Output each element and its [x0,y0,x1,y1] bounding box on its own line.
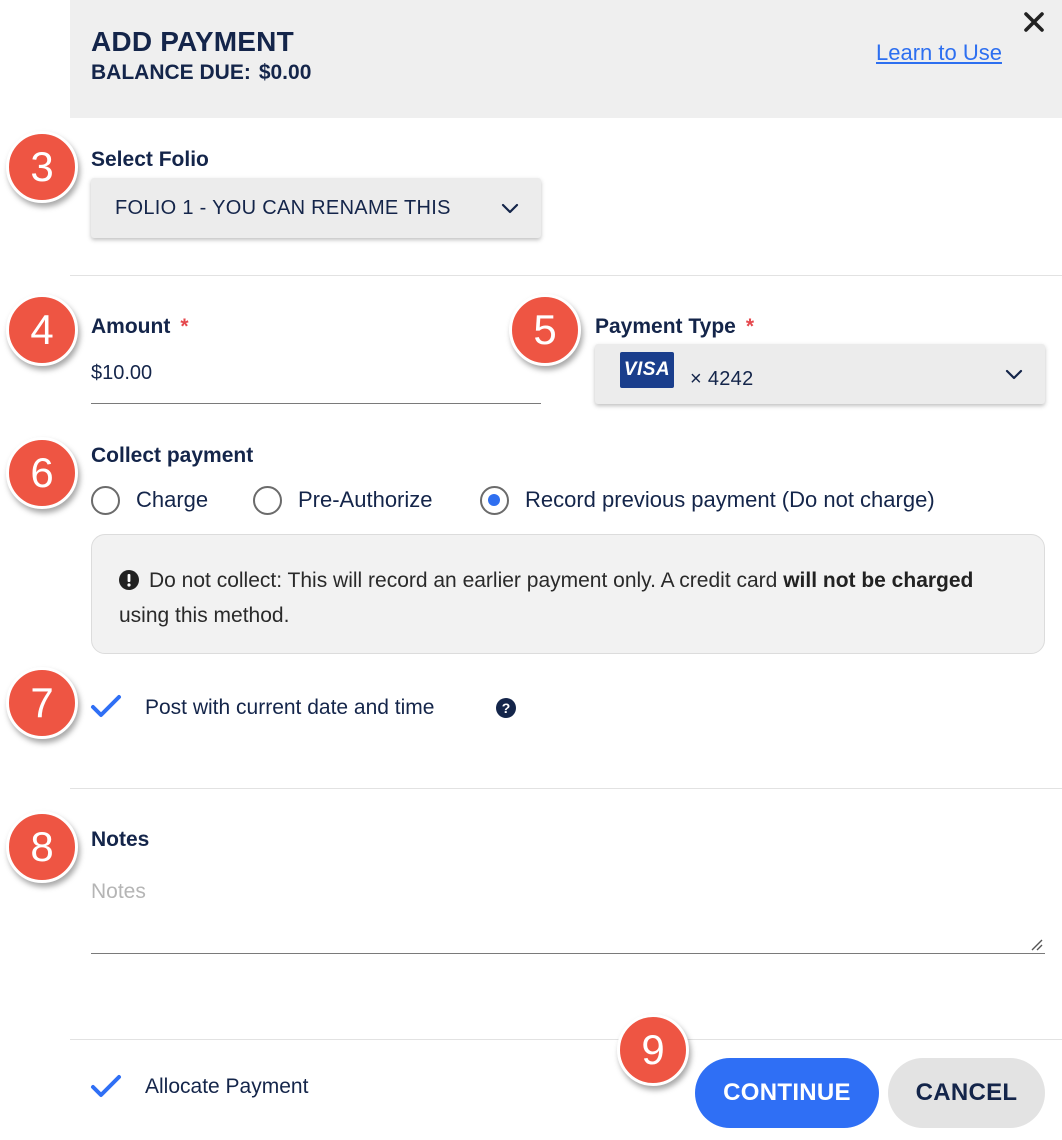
continue-button[interactable]: CONTINUE [695,1058,879,1128]
radio-record-previous[interactable]: Record previous payment (Do not charge) [480,484,935,516]
radio-pre-authorize[interactable]: Pre-Authorize [253,484,433,516]
help-question-icon[interactable]: ? [496,698,516,718]
callout-badge: 8 [6,811,78,883]
amount-value: $10.00 [91,362,153,384]
radio-button-selected[interactable] [480,485,509,515]
card-last4: × 4242 [690,368,754,390]
learn-to-use-link[interactable]: Learn to Use [876,40,1002,66]
post-date-label: Post with current date and time [145,696,435,719]
radio-charge[interactable]: Charge [91,484,208,516]
panel-header: ADD PAYMENT BALANCE DUE: $0.00 Learn to U… [70,0,1062,118]
amount-label-text: Amount [91,315,171,338]
amount-label: Amount * [91,315,189,339]
allocate-payment-label: Allocate Payment [145,1075,309,1098]
required-mark: * [745,315,755,338]
callout-badge: 3 [6,131,78,203]
required-mark: * [180,315,189,338]
radio-button[interactable] [253,485,282,515]
notes-placeholder: Notes [91,880,146,903]
section-divider [70,275,1062,276]
cancel-button[interactable]: CANCEL [888,1058,1045,1128]
amount-input[interactable]: $10.00 [91,358,541,404]
radio-label: Charge [136,487,209,512]
info-box: Do not collect: This will record an earl… [91,534,1045,654]
callout-badge: 9 [617,1014,689,1086]
svg-text:?: ? [502,700,511,716]
close-icon[interactable] [1018,6,1050,38]
panel-title: ADD PAYMENT [91,26,294,57]
balance-due: BALANCE DUE: $0.00 [91,61,311,85]
callout-badge: 4 [6,294,78,366]
callout-badge: 5 [509,294,581,366]
collect-payment-label: Collect payment [91,444,254,467]
chevron-down-icon [1005,368,1023,380]
folio-select[interactable]: FOLIO 1 - YOU CAN RENAME THIS [91,178,541,238]
info-suffix: using this method. [119,604,290,627]
callout-badge: 7 [6,667,78,739]
allocate-payment-checkbox[interactable] [90,1074,122,1100]
folio-label: Select Folio [91,148,209,171]
chevron-down-icon [501,202,519,214]
radio-label: Pre-Authorize [298,487,433,512]
footer-divider [70,1039,1062,1040]
visa-card-icon: VISA [620,352,674,388]
balance-value: $0.00 [258,61,312,84]
notes-label: Notes [91,828,150,851]
info-bold: will not be charged [783,569,974,592]
radio-label: Record previous payment (Do not charge) [525,487,935,512]
exclamation-circle-icon [119,568,139,600]
payment-type-label-text: Payment Type [595,315,736,338]
notes-textarea[interactable]: Notes [91,872,1045,954]
folio-select-value: FOLIO 1 - YOU CAN RENAME THIS [115,197,451,219]
radio-button[interactable] [91,485,120,515]
info-message: Do not collect: This will record an earl… [119,565,1019,632]
info-prefix: Do not collect: This will record an earl… [149,569,784,592]
callout-badge: 6 [6,437,78,509]
payment-type-select[interactable]: VISA × 4242 [595,344,1045,404]
section-divider [70,788,1062,789]
resize-grip-icon[interactable] [1029,937,1043,951]
balance-label: BALANCE DUE: [91,61,251,84]
payment-type-label: Payment Type * [595,315,754,339]
post-date-checkbox[interactable] [90,694,122,720]
